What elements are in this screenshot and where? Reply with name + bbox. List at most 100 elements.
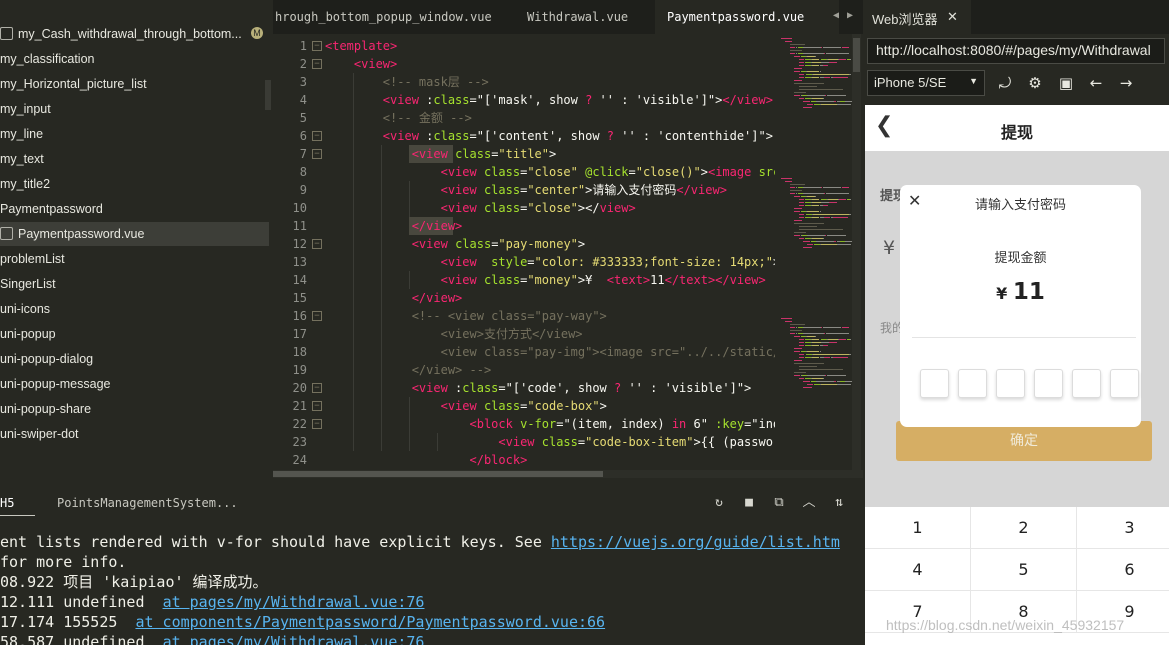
minimap-line	[803, 327, 821, 328]
tree-item[interactable]: uni-popup-message	[0, 372, 265, 396]
keypad-key[interactable]: 4	[865, 549, 971, 591]
password-digit-box[interactable]	[996, 369, 1025, 398]
password-digit-box[interactable]	[1072, 369, 1101, 398]
open-external-icon[interactable]: ⧉	[771, 495, 787, 511]
editor-vertical-scrollbar[interactable]	[852, 34, 861, 470]
tree-item[interactable]: my_title2	[0, 172, 265, 196]
fold-toggle-icon[interactable]: −	[312, 419, 322, 429]
minimap-line	[822, 327, 842, 328]
password-digit-box[interactable]	[920, 369, 949, 398]
tree-item[interactable]: uni-popup-dialog	[0, 347, 265, 371]
keypad-key[interactable]: 3	[1077, 507, 1169, 549]
confirm-button[interactable]: 确定	[896, 421, 1152, 461]
minimap-line	[820, 62, 830, 63]
browser-tab[interactable]: Web浏览器 ✕	[863, 0, 971, 34]
minimap-line	[789, 47, 796, 48]
tree-item-label: uni-swiper-dot	[0, 427, 79, 441]
fold-toggle-icon[interactable]: −	[312, 383, 322, 393]
console-link[interactable]: https://vuejs.org/guide/list.htm	[551, 533, 840, 551]
tree-item[interactable]: my_text	[0, 147, 265, 171]
minimap-line	[811, 238, 823, 239]
code-line: 6− <view :class="['content', show ? '' :…	[273, 127, 775, 145]
device-select[interactable]: iPhone 5/SE ▼	[867, 70, 985, 96]
tree-item-label: my_line	[0, 127, 44, 141]
minimap-line	[798, 366, 818, 367]
console-icon[interactable]: ▣	[1055, 72, 1077, 94]
minimap-line	[798, 199, 805, 200]
tree-item[interactable]: SingerList	[0, 272, 265, 296]
tree-item[interactable]: my_input	[0, 97, 265, 121]
console-text: 08.922 项目 'kaipiao' 编译成功。	[0, 573, 268, 591]
tree-item[interactable]: uni-icons	[0, 297, 265, 321]
minimap-line	[837, 384, 852, 385]
minimap-line	[789, 193, 796, 194]
forward-arrow-icon[interactable]: →	[1115, 72, 1137, 94]
minimap-line	[811, 59, 820, 60]
tree-item-label: my_text	[0, 152, 44, 166]
code-minimap[interactable]	[775, 34, 852, 470]
file-tree: my_Cash_withdrawal_through_bottom... Mmy_…	[0, 0, 273, 474]
fold-toggle-icon[interactable]: −	[312, 239, 322, 249]
code-line: 7− <view class="title">	[273, 145, 775, 163]
console-link[interactable]: at components/Paymentpassword/Paymentpas…	[135, 613, 605, 631]
code-line: 17 <view>支付方式</view>	[273, 325, 775, 343]
code-editor[interactable]: 1− <template> 2− <view> 3 <!-- mask层 --> 4 <…	[273, 34, 775, 470]
stop-icon[interactable]: ■	[741, 495, 757, 511]
minimap-line	[798, 77, 805, 78]
divider	[912, 337, 1136, 338]
minimap-line	[794, 71, 800, 72]
restart-icon[interactable]: ↻	[711, 495, 727, 511]
tree-item[interactable]: uni-swiper-dot	[0, 422, 265, 446]
keypad-key[interactable]: 2	[971, 507, 1077, 549]
line-number: 2	[299, 57, 307, 71]
keypad-key[interactable]: 5	[971, 549, 1077, 591]
fold-toggle-icon[interactable]: −	[312, 311, 322, 321]
tree-item[interactable]: Paymentpassword	[0, 197, 265, 221]
collapse-up-icon[interactable]: ︿	[801, 495, 817, 511]
tree-item[interactable]: my_Horizontal_picture_list	[0, 72, 265, 96]
console-tab-points[interactable]: PointsManagementSystem...	[57, 496, 238, 510]
tree-item[interactable]: my_classification	[0, 47, 265, 71]
tree-item-label: problemList	[0, 252, 65, 266]
tree-item[interactable]: problemList	[0, 247, 265, 271]
tab-withdrawal[interactable]: Withdrawal.vue	[509, 0, 667, 34]
tree-item[interactable]: my_Cash_withdrawal_through_bottom... M	[0, 22, 269, 46]
fold-toggle-icon[interactable]: −	[312, 59, 322, 69]
tab-hrough-bottom-popup[interactable]: hrough_bottom_popup_window.vue	[273, 0, 507, 34]
console-link[interactable]: at pages/my/Withdrawal.vue:76	[163, 633, 425, 645]
password-digit-box[interactable]	[958, 369, 987, 398]
code-line: 20− <view :class="['code', show ? '' : '…	[273, 379, 775, 397]
tab-scroll-left-icon[interactable]: ◀	[833, 10, 839, 21]
password-digit-box[interactable]	[1034, 369, 1063, 398]
minimap-line	[820, 339, 828, 340]
line-number: 4	[299, 93, 307, 107]
minimap-line	[807, 71, 820, 72]
tree-item[interactable]: my_line	[0, 122, 265, 146]
url-input[interactable]: http://localhost:8080/#/pages/my/Withdra…	[867, 38, 1165, 64]
tab-scroll-right-icon[interactable]: ▶	[847, 10, 853, 21]
settings-icon[interactable]: ⚙	[1024, 72, 1046, 94]
clear-console-icon[interactable]: ⇅	[831, 495, 847, 511]
close-icon[interactable]: ✕	[947, 9, 958, 25]
fold-toggle-icon[interactable]: −	[312, 149, 322, 159]
keypad-key[interactable]: 1	[865, 507, 971, 549]
rotate-icon[interactable]: ⤾	[994, 72, 1016, 94]
tree-item[interactable]: Paymentpassword.vue	[0, 222, 269, 246]
minimap-line	[807, 211, 820, 212]
tree-item[interactable]: uni-popup	[0, 322, 265, 346]
tree-item[interactable]: uni-popup-share	[0, 397, 265, 421]
fold-toggle-icon[interactable]: −	[312, 131, 322, 141]
console-link[interactable]: at pages/my/Withdrawal.vue:76	[163, 593, 425, 611]
password-digit-box[interactable]	[1110, 369, 1139, 398]
editor-horizontal-scrollbar[interactable]	[273, 470, 863, 478]
fold-toggle-icon[interactable]: −	[312, 41, 322, 51]
console-tab-h5[interactable]: H5	[0, 496, 14, 510]
scroll-thumb[interactable]	[273, 471, 603, 477]
tab-paymentpassword[interactable]: Paymentpassword.vue	[655, 0, 839, 34]
file-tree-scrollbar[interactable]	[265, 80, 271, 110]
fold-toggle-icon[interactable]: −	[312, 401, 322, 411]
minimap-line	[825, 95, 827, 96]
keypad-key[interactable]: 6	[1077, 549, 1169, 591]
scroll-thumb[interactable]	[853, 38, 860, 72]
back-arrow-icon[interactable]: ←	[1085, 72, 1107, 94]
